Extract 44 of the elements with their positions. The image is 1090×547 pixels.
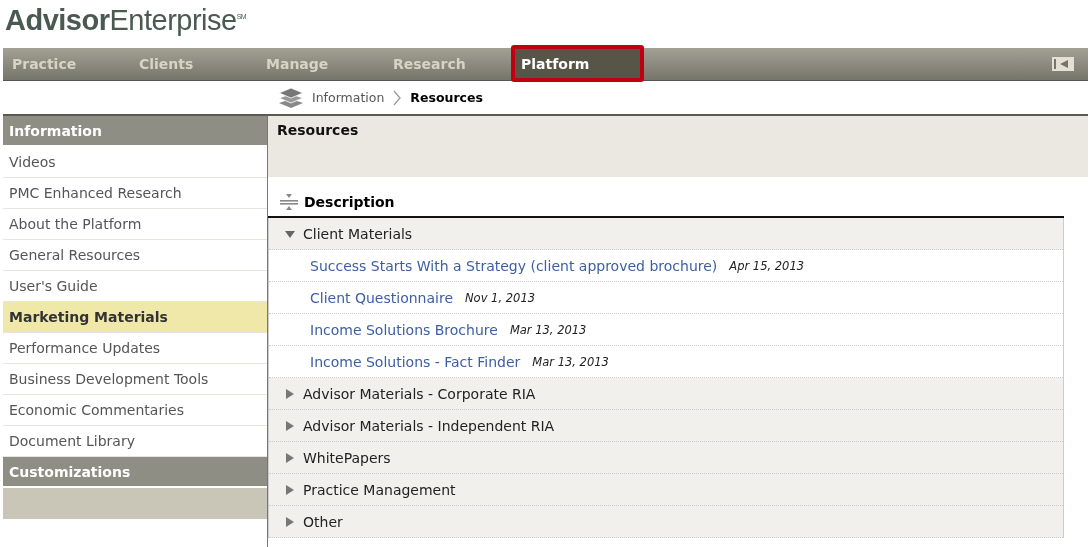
sidebar-item[interactable]: Marketing Materials (3, 302, 267, 333)
document-date: Mar 13, 2013 (532, 354, 609, 369)
collapsed-triangle-icon[interactable] (285, 484, 295, 495)
sidebar-item[interactable]: Performance Updates (3, 333, 267, 364)
document-link[interactable]: Income Solutions Brochure (310, 321, 498, 338)
group-label: Advisor Materials - Independent RIA (303, 417, 555, 434)
collapsed-triangle-icon[interactable] (285, 452, 295, 463)
sidebar-item[interactable]: General Resources (3, 240, 267, 271)
group-label: Other (303, 513, 343, 530)
sidebar-item[interactable]: Economic Commentaries (3, 395, 267, 426)
group-row[interactable]: Practice Management (269, 474, 1063, 506)
chevron-icon (392, 89, 403, 106)
sidebar-item[interactable]: Videos (3, 147, 267, 178)
document-date: Nov 1, 2013 (465, 290, 535, 305)
collapse-icon[interactable] (1052, 57, 1074, 71)
layers-icon (278, 86, 304, 109)
collapsed-triangle-icon[interactable] (285, 420, 295, 431)
document-date: Mar 13, 2013 (509, 322, 587, 337)
nav-tab[interactable]: Platform (511, 45, 644, 82)
group-label: Practice Management (303, 481, 456, 498)
sidebar-item[interactable]: About the Platform (3, 209, 267, 240)
document-link[interactable]: Success Starts With a Strategy (client approved brochure) (310, 257, 718, 274)
group-row[interactable]: Other (269, 506, 1063, 538)
group-row[interactable]: WhitePapers (269, 442, 1063, 474)
breadcrumb-item[interactable]: Information (312, 90, 385, 105)
document-link[interactable]: Client Questionnaire (310, 289, 453, 306)
page-title: Resources (268, 116, 1088, 177)
sidebar-item[interactable]: PMC Enhanced Research (3, 178, 267, 209)
group-label: WhitePapers (303, 449, 391, 466)
column-header[interactable]: Description (304, 193, 395, 210)
collapsed-triangle-icon[interactable] (285, 516, 295, 527)
resize-column-icon[interactable] (280, 192, 298, 211)
logo: AdvisorEnterprise$^{SM}$ (5, 4, 247, 38)
document-link[interactable]: Income Solutions - Fact Finder (310, 353, 521, 370)
expanded-triangle-icon[interactable] (285, 228, 295, 239)
sidebar-item[interactable]: Business Development Tools (3, 364, 267, 395)
group-label: Advisor Materials - Corporate RIA (303, 385, 536, 402)
collapsed-triangle-icon[interactable] (285, 388, 295, 399)
breadcrumb-item: Resources (410, 90, 483, 105)
group-row[interactable]: Client Materials (269, 218, 1063, 250)
group-row[interactable]: Advisor Materials - Corporate RIA (269, 378, 1063, 410)
group-label: Client Materials (303, 225, 413, 242)
group-row[interactable]: Advisor Materials - Independent RIA (269, 410, 1063, 442)
document-date: Apr 15, 2013 (729, 258, 805, 273)
